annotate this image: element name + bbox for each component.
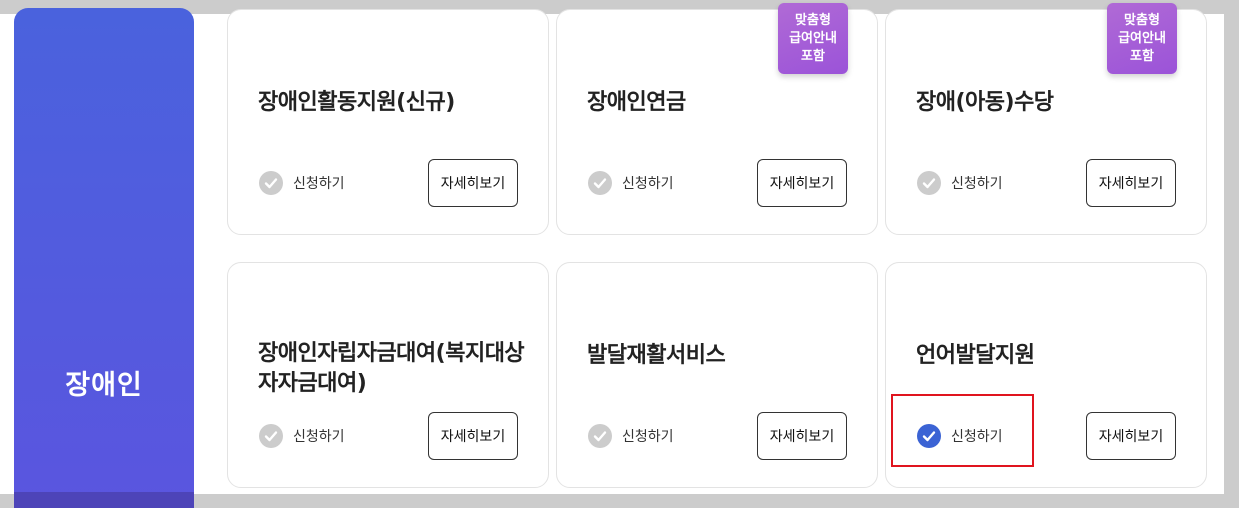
benefit-card: 장애인활동지원(신규) 신청하기 자세히보기 [227, 9, 549, 235]
badge-line: 포함 [1130, 48, 1154, 64]
category-title: 장애인 [65, 370, 143, 401]
card-title: 장애인활동지원(신규) [258, 90, 455, 115]
custom-benefit-badge: 맞춤형 급여안내 포함 [778, 3, 848, 74]
detail-button[interactable]: 자세히보기 [757, 159, 847, 207]
badge-line: 맞춤형 [1124, 12, 1160, 28]
card-title: 장애(아동)수당 [916, 90, 1054, 115]
check-icon [259, 171, 283, 195]
apply-label: 신청하기 [622, 429, 674, 445]
card-title: 발달재활서비스 [587, 343, 726, 368]
apply-label: 신청하기 [293, 176, 345, 192]
badge-line: 급여안내 [1118, 30, 1166, 46]
detail-button[interactable]: 자세히보기 [428, 412, 518, 460]
detail-button[interactable]: 자세히보기 [757, 412, 847, 460]
card-title: 장애인자립자금대여(복지대상자자금대여) [258, 341, 525, 396]
benefit-card: 장애인자립자금대여(복지대상자자금대여) 신청하기 자세히보기 [227, 262, 549, 488]
check-icon [259, 424, 283, 448]
apply-label: 신청하기 [951, 176, 1003, 192]
apply-label: 신청하기 [293, 429, 345, 445]
card-title: 언어발달지원 [916, 343, 1035, 368]
badge-line: 포함 [801, 48, 825, 64]
apply-checkbox[interactable]: 신청하기 [259, 423, 345, 449]
check-icon [588, 424, 612, 448]
detail-button[interactable]: 자세히보기 [1086, 412, 1176, 460]
category-strip [14, 492, 194, 508]
badge-line: 급여안내 [789, 30, 837, 46]
highlight-box [891, 394, 1034, 467]
benefit-card: 발달재활서비스 신청하기 자세히보기 [556, 262, 878, 488]
apply-checkbox[interactable]: 신청하기 [259, 170, 345, 196]
apply-checkbox[interactable]: 신청하기 [917, 170, 1003, 196]
apply-label: 신청하기 [622, 176, 674, 192]
badge-line: 맞춤형 [795, 12, 831, 28]
check-icon [588, 171, 612, 195]
card-title: 장애인연금 [587, 90, 686, 115]
category-sidebar: 장애인 [14, 8, 194, 508]
check-icon [917, 171, 941, 195]
detail-button[interactable]: 자세히보기 [428, 159, 518, 207]
apply-checkbox[interactable]: 신청하기 [588, 170, 674, 196]
apply-checkbox[interactable]: 신청하기 [588, 423, 674, 449]
detail-button[interactable]: 자세히보기 [1086, 159, 1176, 207]
custom-benefit-badge: 맞춤형 급여안내 포함 [1107, 3, 1177, 74]
